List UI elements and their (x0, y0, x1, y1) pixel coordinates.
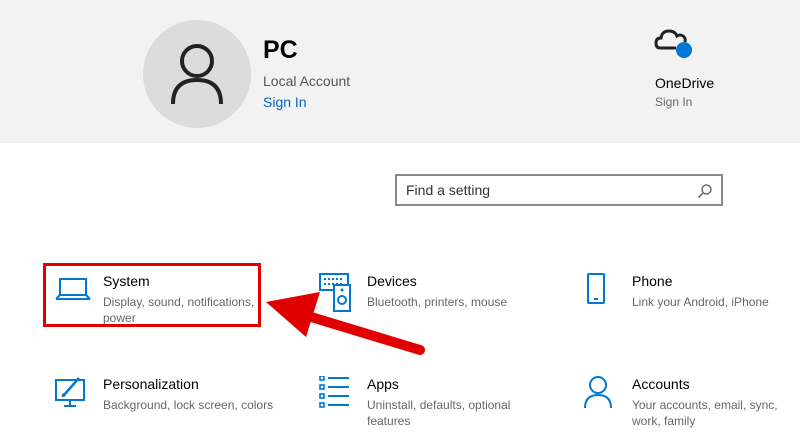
tile-accounts[interactable]: Accounts Your accounts, email, sync, wor… (584, 376, 800, 446)
tile-description: Link your Android, iPhone (632, 295, 769, 309)
tile-devices[interactable]: Devices Bluetooth, printers, mouse (319, 273, 549, 353)
tile-apps[interactable]: Apps Uninstall, defaults, optional featu… (319, 376, 549, 446)
user-icon (171, 44, 223, 105)
account-header: PC Local Account Sign In OneDrive Sign I… (0, 0, 800, 143)
onedrive-title[interactable]: OneDrive (655, 75, 714, 91)
tile-system[interactable]: System Display, sound, notifications, po… (55, 273, 285, 353)
person-icon (584, 376, 612, 409)
tile-title: Personalization (103, 376, 199, 392)
tile-title: Phone (632, 273, 673, 289)
tile-title: Devices (367, 273, 417, 289)
tile-personalization[interactable]: Personalization Background, lock screen,… (55, 376, 285, 446)
search-input[interactable] (406, 182, 686, 198)
tile-description: Your accounts, email, sync, work, family (632, 398, 778, 428)
apps-icon (319, 376, 349, 408)
tile-phone[interactable]: Phone Link your Android, iPhone (584, 273, 800, 353)
onedrive-sign-in[interactable]: Sign In (655, 95, 692, 109)
account-type: Local Account (263, 73, 351, 89)
tile-description: Background, lock screen, colors (103, 398, 274, 412)
laptop-icon (55, 278, 91, 300)
search-icon[interactable] (697, 183, 713, 199)
onedrive-icon[interactable] (654, 26, 696, 62)
tile-description: Uninstall, defaults, optional features (367, 398, 511, 428)
tile-description: Display, sound, notifications, power (103, 295, 255, 325)
avatar[interactable] (143, 20, 251, 128)
account-name: PC (263, 36, 298, 64)
tile-title: System (103, 273, 150, 289)
account-sign-in-link[interactable]: Sign In (263, 94, 307, 110)
tile-title: Apps (367, 376, 399, 392)
devices-icon (319, 273, 351, 312)
phone-icon (587, 273, 605, 304)
tile-description: Bluetooth, printers, mouse (367, 295, 508, 309)
personalization-icon (55, 377, 85, 407)
search-box[interactable] (395, 174, 723, 206)
tile-title: Accounts (632, 376, 690, 392)
